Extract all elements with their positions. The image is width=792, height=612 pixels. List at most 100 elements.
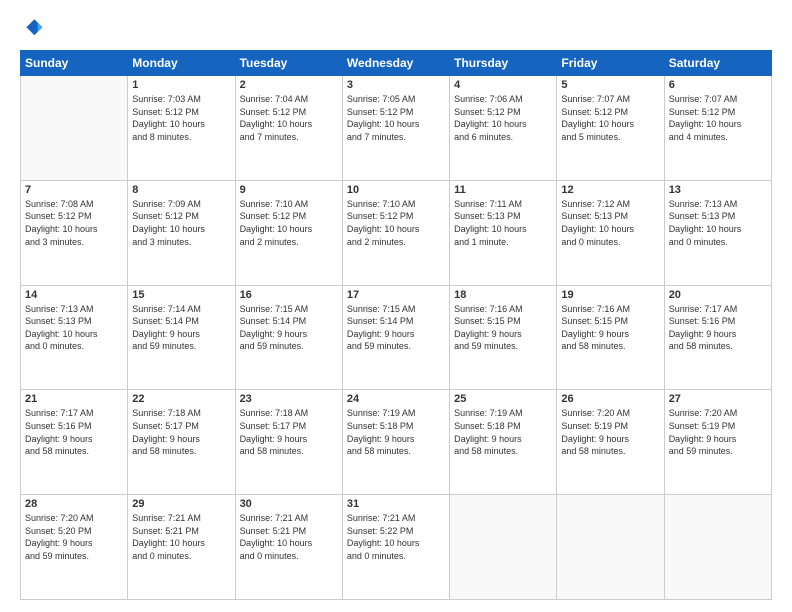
calendar-table: SundayMondayTuesdayWednesdayThursdayFrid… — [20, 50, 772, 600]
calendar-cell: 9Sunrise: 7:10 AMSunset: 5:12 PMDaylight… — [235, 180, 342, 285]
col-header-tuesday: Tuesday — [235, 51, 342, 76]
day-number: 6 — [669, 79, 767, 91]
calendar-cell: 7Sunrise: 7:08 AMSunset: 5:12 PMDaylight… — [21, 180, 128, 285]
week-row-2: 7Sunrise: 7:08 AMSunset: 5:12 PMDaylight… — [21, 180, 772, 285]
day-number: 20 — [669, 289, 767, 301]
day-number: 14 — [25, 289, 123, 301]
col-header-sunday: Sunday — [21, 51, 128, 76]
calendar-cell: 2Sunrise: 7:04 AMSunset: 5:12 PMDaylight… — [235, 76, 342, 181]
day-number: 21 — [25, 393, 123, 405]
day-number: 5 — [561, 79, 659, 91]
day-info: Sunrise: 7:18 AMSunset: 5:17 PMDaylight:… — [240, 407, 338, 457]
calendar-header-row: SundayMondayTuesdayWednesdayThursdayFrid… — [21, 51, 772, 76]
day-info: Sunrise: 7:16 AMSunset: 5:15 PMDaylight:… — [561, 303, 659, 353]
calendar-cell: 8 Sunrise: 7:09 AMSunset: 5:12 PMDaylight… — [128, 180, 235, 285]
day-info: Sunrise: 7:20 AMSunset: 5:20 PMDaylight:… — [25, 512, 123, 562]
week-row-4: 21 Sunrise: 7:17 AMSunset: 5:16 PMDayligh… — [21, 390, 772, 495]
calendar-cell — [664, 495, 771, 600]
week-row-5: 28Sunrise: 7:20 AMSunset: 5:20 PMDayligh… — [21, 495, 772, 600]
day-number: 26 — [561, 393, 659, 405]
day-info: Sunrise: 7:05 AMSunset: 5:12 PMDaylight:… — [347, 93, 445, 143]
calendar-cell — [450, 495, 557, 600]
day-number: 7 — [25, 184, 123, 196]
day-number: 31 — [347, 498, 445, 510]
day-number: 13 — [669, 184, 767, 196]
day-info: Sunrise: 7:21 AMSunset: 5:21 PMDaylight:… — [132, 512, 230, 562]
calendar-cell: 22 Sunrise: 7:18 AMSunset: 5:17 PMDayligh… — [128, 390, 235, 495]
day-info: Sunrise: 7:21 AMSunset: 5:22 PMDaylight:… — [347, 512, 445, 562]
calendar-cell: 12 Sunrise: 7:12 AMSunset: 5:13 PMDayligh… — [557, 180, 664, 285]
day-number: 8 — [132, 184, 230, 196]
calendar-cell: 16 Sunrise: 7:15 AMSunset: 5:14 PMDayligh… — [235, 285, 342, 390]
day-number: 12 — [561, 184, 659, 196]
day-info: Sunrise: 7:06 AMSunset: 5:12 PMDaylight:… — [454, 93, 552, 143]
day-number: 30 — [240, 498, 338, 510]
col-header-wednesday: Wednesday — [342, 51, 449, 76]
calendar-cell: 14 Sunrise: 7:13 AMSunset: 5:13 PMDayligh… — [21, 285, 128, 390]
day-info: Sunrise: 7:12 AMSunset: 5:13 PMDaylight:… — [561, 198, 659, 248]
day-info: Sunrise: 7:21 AMSunset: 5:21 PMDaylight:… — [240, 512, 338, 562]
day-number: 1 — [132, 79, 230, 91]
day-info: Sunrise: 7:15 AMSunset: 5:14 PMDaylight:… — [347, 303, 445, 353]
day-info: Sunrise: 7:10 AMSunset: 5:12 PMDaylight:… — [347, 198, 445, 248]
day-number: 10 — [347, 184, 445, 196]
day-info: Sunrise: 7:17 AMSunset: 5:16 PMDaylight:… — [25, 407, 123, 457]
calendar-cell: 20 Sunrise: 7:17 AMSunset: 5:16 PMDayligh… — [664, 285, 771, 390]
calendar-cell: 26Sunrise: 7:20 AMSunset: 5:19 PMDayligh… — [557, 390, 664, 495]
day-number: 23 — [240, 393, 338, 405]
day-info: Sunrise: 7:13 AMSunset: 5:13 PMDaylight:… — [25, 303, 123, 353]
day-number: 18 — [454, 289, 552, 301]
day-info: Sunrise: 7:20 AMSunset: 5:19 PMDaylight:… — [669, 407, 767, 457]
day-info: Sunrise: 7:18 AMSunset: 5:17 PMDaylight:… — [132, 407, 230, 457]
calendar-cell: 21 Sunrise: 7:17 AMSunset: 5:16 PMDayligh… — [21, 390, 128, 495]
day-number: 24 — [347, 393, 445, 405]
day-info: Sunrise: 7:17 AMSunset: 5:16 PMDaylight:… — [669, 303, 767, 353]
day-info: Sunrise: 7:03 AMSunset: 5:12 PMDaylight:… — [132, 93, 230, 143]
calendar-cell: 3 Sunrise: 7:05 AMSunset: 5:12 PMDaylight… — [342, 76, 449, 181]
day-number: 27 — [669, 393, 767, 405]
day-info: Sunrise: 7:14 AMSunset: 5:14 PMDaylight:… — [132, 303, 230, 353]
day-info: Sunrise: 7:15 AMSunset: 5:14 PMDaylight:… — [240, 303, 338, 353]
calendar-cell: 25Sunrise: 7:19 AMSunset: 5:18 PMDayligh… — [450, 390, 557, 495]
day-number: 29 — [132, 498, 230, 510]
col-header-monday: Monday — [128, 51, 235, 76]
calendar-cell: 4 Sunrise: 7:06 AMSunset: 5:12 PMDaylight… — [450, 76, 557, 181]
day-number: 25 — [454, 393, 552, 405]
calendar-cell: 6 Sunrise: 7:07 AMSunset: 5:12 PMDaylight… — [664, 76, 771, 181]
page: SundayMondayTuesdayWednesdayThursdayFrid… — [0, 0, 792, 612]
logo — [20, 16, 48, 40]
day-number: 15 — [132, 289, 230, 301]
day-number: 11 — [454, 184, 552, 196]
calendar-cell: 23 Sunrise: 7:18 AMSunset: 5:17 PMDayligh… — [235, 390, 342, 495]
calendar-cell: 1 Sunrise: 7:03 AMSunset: 5:12 PMDaylight… — [128, 76, 235, 181]
day-info: Sunrise: 7:10 AMSunset: 5:12 PMDaylight:… — [240, 198, 338, 248]
calendar-cell: 10 Sunrise: 7:10 AMSunset: 5:12 PMDayligh… — [342, 180, 449, 285]
week-row-3: 14 Sunrise: 7:13 AMSunset: 5:13 PMDayligh… — [21, 285, 772, 390]
calendar-cell: 31 Sunrise: 7:21 AMSunset: 5:22 PMDayligh… — [342, 495, 449, 600]
day-number: 2 — [240, 79, 338, 91]
day-number: 4 — [454, 79, 552, 91]
day-info: Sunrise: 7:16 AMSunset: 5:15 PMDaylight:… — [454, 303, 552, 353]
day-number: 22 — [132, 393, 230, 405]
week-row-1: 1 Sunrise: 7:03 AMSunset: 5:12 PMDaylight… — [21, 76, 772, 181]
day-number: 16 — [240, 289, 338, 301]
day-info: Sunrise: 7:19 AMSunset: 5:18 PMDaylight:… — [347, 407, 445, 457]
calendar-cell: 28Sunrise: 7:20 AMSunset: 5:20 PMDayligh… — [21, 495, 128, 600]
day-info: Sunrise: 7:13 AMSunset: 5:13 PMDaylight:… — [669, 198, 767, 248]
calendar-cell: 17Sunrise: 7:15 AMSunset: 5:14 PMDayligh… — [342, 285, 449, 390]
logo-icon — [20, 16, 44, 40]
calendar-cell: 30 Sunrise: 7:21 AMSunset: 5:21 PMDayligh… — [235, 495, 342, 600]
calendar-cell: 24 Sunrise: 7:19 AMSunset: 5:18 PMDayligh… — [342, 390, 449, 495]
calendar-cell: 29 Sunrise: 7:21 AMSunset: 5:21 PMDayligh… — [128, 495, 235, 600]
calendar-cell: 11Sunrise: 7:11 AMSunset: 5:13 PMDayligh… — [450, 180, 557, 285]
day-info: Sunrise: 7:07 AMSunset: 5:12 PMDaylight:… — [669, 93, 767, 143]
day-number: 3 — [347, 79, 445, 91]
calendar-cell: 5 Sunrise: 7:07 AMSunset: 5:12 PMDaylight… — [557, 76, 664, 181]
col-header-friday: Friday — [557, 51, 664, 76]
day-number: 19 — [561, 289, 659, 301]
day-info: Sunrise: 7:07 AMSunset: 5:12 PMDaylight:… — [561, 93, 659, 143]
calendar-cell: 15 Sunrise: 7:14 AMSunset: 5:14 PMDayligh… — [128, 285, 235, 390]
calendar-cell — [21, 76, 128, 181]
day-info: Sunrise: 7:09 AMSunset: 5:12 PMDaylight:… — [132, 198, 230, 248]
calendar-cell — [557, 495, 664, 600]
